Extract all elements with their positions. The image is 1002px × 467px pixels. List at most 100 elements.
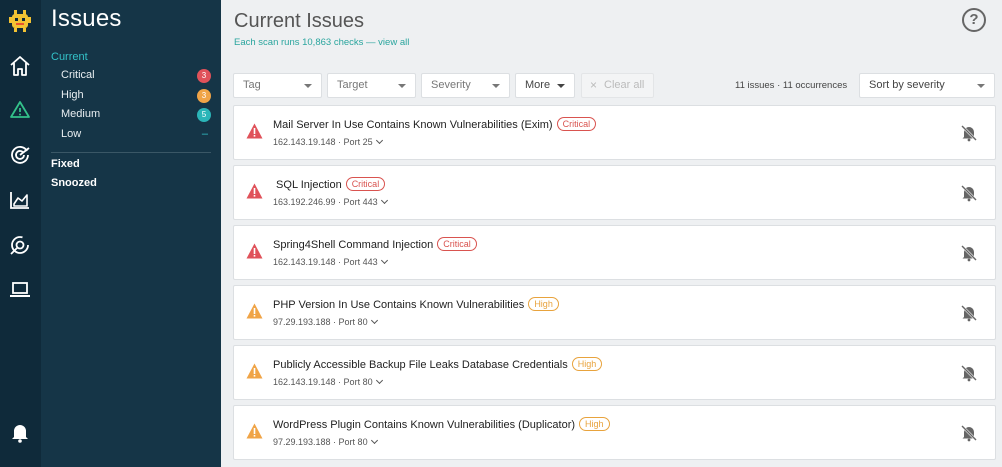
snooze-bell-icon[interactable] — [960, 364, 978, 382]
issue-title: Spring4Shell Command Injection Critical — [273, 237, 477, 251]
issue-title-text: SQL Injection — [273, 179, 342, 191]
sidebar-item-current[interactable]: Current — [51, 51, 88, 63]
filter-label: Severity — [431, 79, 471, 91]
severity-pill: High — [528, 297, 559, 311]
chevron-down-icon — [380, 256, 388, 265]
critical-warning-icon — [246, 243, 263, 259]
target-icon[interactable] — [8, 143, 32, 167]
sort-select[interactable]: Sort by severity — [859, 73, 995, 98]
issue-title-text: Spring4Shell Command Injection — [273, 239, 434, 251]
snooze-bell-icon[interactable] — [960, 124, 978, 142]
chevron-down-icon — [492, 84, 500, 88]
more-filter[interactable]: More — [515, 73, 575, 98]
severity-pill: High — [571, 357, 603, 371]
chevron-down-icon — [557, 84, 565, 88]
chevron-down-icon — [304, 84, 312, 88]
issue-title: Publicly Accessible Backup File Leaks Da… — [273, 357, 603, 371]
issue-title-text: PHP Version In Use Contains Known Vulner… — [273, 299, 525, 311]
sidebar-item-critical[interactable]: Critical 3 — [61, 68, 211, 84]
issue-card[interactable]: Mail Server In Use Contains Known Vulner… — [233, 105, 996, 160]
issue-target: 162.143.19.148 · Port 80 — [273, 377, 373, 387]
high-warning-icon — [246, 303, 263, 319]
scan-subtitle: Each scan runs 10,863 checks — view all — [234, 37, 409, 48]
clear-all-label: Clear all — [604, 79, 645, 91]
monster-logo-icon[interactable] — [8, 9, 32, 33]
issue-target: 162.143.19.148 · Port 443 — [273, 257, 378, 267]
snooze-bell-icon[interactable] — [960, 184, 978, 202]
sidebar-item-label: Critical — [61, 69, 95, 81]
sidebar-item-fixed[interactable]: Fixed — [51, 158, 80, 170]
sidebar-item-label: Low — [61, 128, 82, 140]
issue-target-toggle[interactable]: 97.29.193.188 · Port 80 — [273, 436, 378, 447]
count-badge: 3 — [197, 89, 211, 103]
filter-label: More — [525, 79, 551, 91]
sidebar-item-label: Medium — [61, 108, 101, 120]
issue-target: 97.29.193.188 · Port 80 — [273, 317, 368, 327]
issue-target: 162.143.19.148 · Port 25 — [273, 137, 373, 147]
issue-title: WordPress Plugin Contains Known Vulnerab… — [273, 417, 610, 431]
issue-target-toggle[interactable]: 162.143.19.148 · Port 443 — [273, 256, 388, 267]
issue-card[interactable]: PHP Version In Use Contains Known Vulner… — [233, 285, 996, 340]
sidebar-title: Issues — [51, 5, 122, 32]
snooze-bell-icon[interactable] — [960, 304, 978, 322]
sidebar-item-low[interactable]: Low – — [61, 127, 211, 143]
close-icon: × — [590, 78, 598, 92]
sidebar-item-snoozed[interactable]: Snoozed — [51, 177, 97, 189]
sidebar-item-medium[interactable]: Medium 5 — [61, 107, 211, 123]
chart-icon[interactable] — [8, 188, 32, 212]
severity-pill: Critical — [437, 237, 477, 251]
issue-target-toggle[interactable]: 97.29.193.188 · Port 80 — [273, 316, 378, 327]
issue-card[interactable]: SQL Injection Critical 163.192.246.99 · P… — [233, 165, 996, 220]
issue-counts: 11 issues · 11 occurrences — [735, 80, 848, 91]
radar-icon[interactable] — [8, 233, 32, 257]
sidebar-item-high[interactable]: High 3 — [61, 88, 211, 104]
issue-card[interactable]: WordPress Plugin Contains Known Vulnerab… — [233, 405, 996, 460]
chevron-down-icon — [375, 376, 383, 385]
issue-title-text: Publicly Accessible Backup File Leaks Da… — [273, 359, 568, 371]
warning-icon[interactable] — [8, 98, 32, 122]
tag-filter[interactable]: Tag — [233, 73, 322, 98]
count-badge: 5 — [197, 108, 211, 122]
icon-rail — [0, 0, 41, 467]
issue-title: SQL Injection Critical — [273, 177, 386, 191]
issue-target-toggle[interactable]: 162.143.19.148 · Port 25 — [273, 136, 383, 147]
issue-title-text: WordPress Plugin Contains Known Vulnerab… — [273, 419, 576, 431]
chevron-down-icon — [370, 436, 378, 445]
bell-icon[interactable] — [8, 420, 32, 444]
critical-warning-icon — [246, 183, 263, 199]
issue-title-text: Mail Server In Use Contains Known Vulner… — [273, 119, 553, 131]
severity-pill: High — [579, 417, 610, 431]
snooze-bell-icon[interactable] — [960, 244, 978, 262]
help-icon[interactable]: ? — [962, 8, 986, 32]
count-placeholder: – — [201, 128, 208, 140]
issue-target: 163.192.246.99 · Port 443 — [273, 197, 378, 207]
high-warning-icon — [246, 423, 263, 439]
count-badge: 3 — [197, 69, 211, 83]
home-icon[interactable] — [8, 54, 32, 78]
snooze-bell-icon[interactable] — [960, 424, 978, 442]
chevron-down-icon — [380, 196, 388, 205]
target-filter[interactable]: Target — [327, 73, 416, 98]
issue-target-toggle[interactable]: 162.143.19.148 · Port 80 — [273, 376, 383, 387]
severity-pill: Critical — [345, 177, 386, 191]
issue-title: Mail Server In Use Contains Known Vulner… — [273, 117, 597, 131]
severity-pill: Critical — [556, 117, 597, 131]
filter-label: Target — [337, 79, 368, 91]
main-content: Current Issues Each scan runs 10,863 che… — [221, 0, 1002, 467]
laptop-icon[interactable] — [8, 278, 32, 302]
clear-all-button[interactable]: × Clear all — [581, 73, 654, 98]
sidebar-divider — [51, 152, 211, 153]
page-title: Current Issues — [234, 10, 365, 32]
issue-card[interactable]: Spring4Shell Command Injection Critical 1… — [233, 225, 996, 280]
view-all-link[interactable]: view all — [378, 37, 409, 48]
severity-filter[interactable]: Severity — [421, 73, 510, 98]
sort-label: Sort by severity — [869, 79, 945, 91]
high-warning-icon — [246, 363, 263, 379]
issue-card[interactable]: Publicly Accessible Backup File Leaks Da… — [233, 345, 996, 400]
issue-target: 97.29.193.188 · Port 80 — [273, 437, 368, 447]
issue-title: PHP Version In Use Contains Known Vulner… — [273, 297, 559, 311]
chevron-down-icon — [398, 84, 406, 88]
issue-target-toggle[interactable]: 163.192.246.99 · Port 443 — [273, 196, 388, 207]
chevron-down-icon — [977, 84, 985, 88]
sidebar: Issues Current Critical 3 High 3 Medium … — [41, 0, 221, 467]
